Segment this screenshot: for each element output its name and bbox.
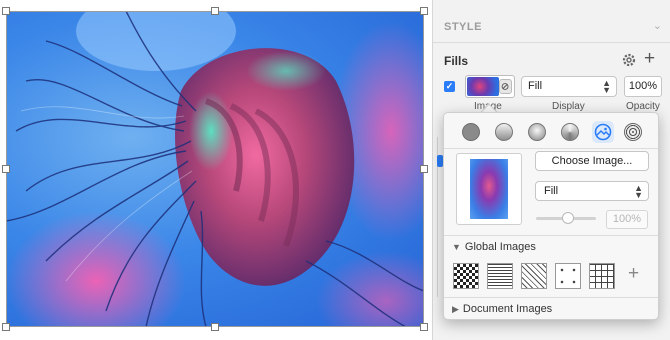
updown-arrows-icon: ▲ ▼	[634, 183, 643, 200]
divider	[444, 235, 658, 236]
pattern-diagonal-lines[interactable]	[521, 263, 547, 289]
label-display: Display	[552, 101, 585, 112]
resize-handle-top-left[interactable]	[2, 7, 10, 15]
style-section-title[interactable]: STYLE	[444, 21, 482, 33]
fill-display-value: Fill	[528, 80, 543, 92]
add-global-image-icon[interactable]: +	[628, 264, 639, 284]
noise-fill-icon[interactable]	[624, 123, 642, 141]
jellyfish-artwork	[6, 11, 424, 327]
fill-image-swatch[interactable]	[465, 75, 515, 98]
fill-image-preview	[467, 77, 499, 96]
fills-title: Fills	[444, 54, 469, 68]
resize-handle-top-right[interactable]	[420, 7, 428, 15]
pattern-dots[interactable]	[555, 263, 581, 289]
jellyfish-image[interactable]	[6, 11, 424, 327]
divider	[444, 148, 658, 149]
gear-icon[interactable]	[621, 52, 637, 68]
global-images-header[interactable]: ▼ Global Images	[452, 241, 536, 253]
choose-image-button[interactable]: Choose Image...	[535, 151, 649, 171]
link-icon	[501, 83, 509, 90]
resize-handle-top[interactable]	[211, 7, 219, 15]
image-preview[interactable]	[456, 153, 522, 225]
image-display-select[interactable]: Fill ▲ ▼	[535, 181, 649, 201]
image-preview-thumbnail	[470, 159, 508, 219]
opacity-slider-knob[interactable]	[562, 212, 574, 224]
chevron-down-icon[interactable]: ⌄	[653, 19, 662, 32]
fill-display-select[interactable]: Fill ▲ ▼	[521, 76, 617, 97]
resize-handle-bottom-right[interactable]	[420, 323, 428, 331]
label-opacity: Opacity	[626, 101, 660, 112]
image-display-value: Fill	[544, 185, 559, 197]
image-fill-icon[interactable]	[592, 121, 614, 143]
document-images-header[interactable]: ▶ Document Images	[452, 303, 552, 315]
disclosure-triangle-right-icon: ▶	[452, 304, 459, 314]
fill-opacity-input[interactable]: 100%	[624, 76, 662, 97]
fill-image-options-button[interactable]	[499, 79, 512, 94]
divider	[433, 42, 670, 43]
radial-gradient-icon[interactable]	[528, 123, 546, 141]
fill-options-popover: Choose Image... Fill ▲ ▼ 100% ▼ Global Ima…	[443, 112, 659, 320]
solid-fill-icon[interactable]	[462, 123, 480, 141]
divider	[444, 297, 658, 298]
image-opacity-input[interactable]: 100%	[606, 210, 648, 229]
pattern-waves[interactable]	[487, 263, 513, 289]
resize-handle-bottom[interactable]	[211, 323, 219, 331]
linear-gradient-icon[interactable]	[495, 123, 513, 141]
angular-gradient-icon[interactable]	[561, 123, 579, 141]
pattern-checkerboard[interactable]	[453, 263, 479, 289]
add-fill-icon[interactable]: +	[644, 49, 655, 68]
document-images-label: Document Images	[462, 303, 553, 315]
canvas[interactable]	[0, 0, 432, 340]
resize-handle-right[interactable]	[420, 165, 428, 173]
resize-handle-left[interactable]	[2, 165, 10, 173]
resize-handle-bottom-left[interactable]	[2, 323, 10, 331]
image-fill-glyph	[594, 123, 612, 141]
global-images-label: Global Images	[464, 241, 536, 253]
updown-arrows-icon: ▲ ▼	[602, 78, 611, 95]
pattern-grid[interactable]	[589, 263, 615, 289]
disclosure-triangle-down-icon: ▼	[452, 242, 461, 252]
fill-enabled-checkbox[interactable]: ✓	[444, 81, 455, 92]
